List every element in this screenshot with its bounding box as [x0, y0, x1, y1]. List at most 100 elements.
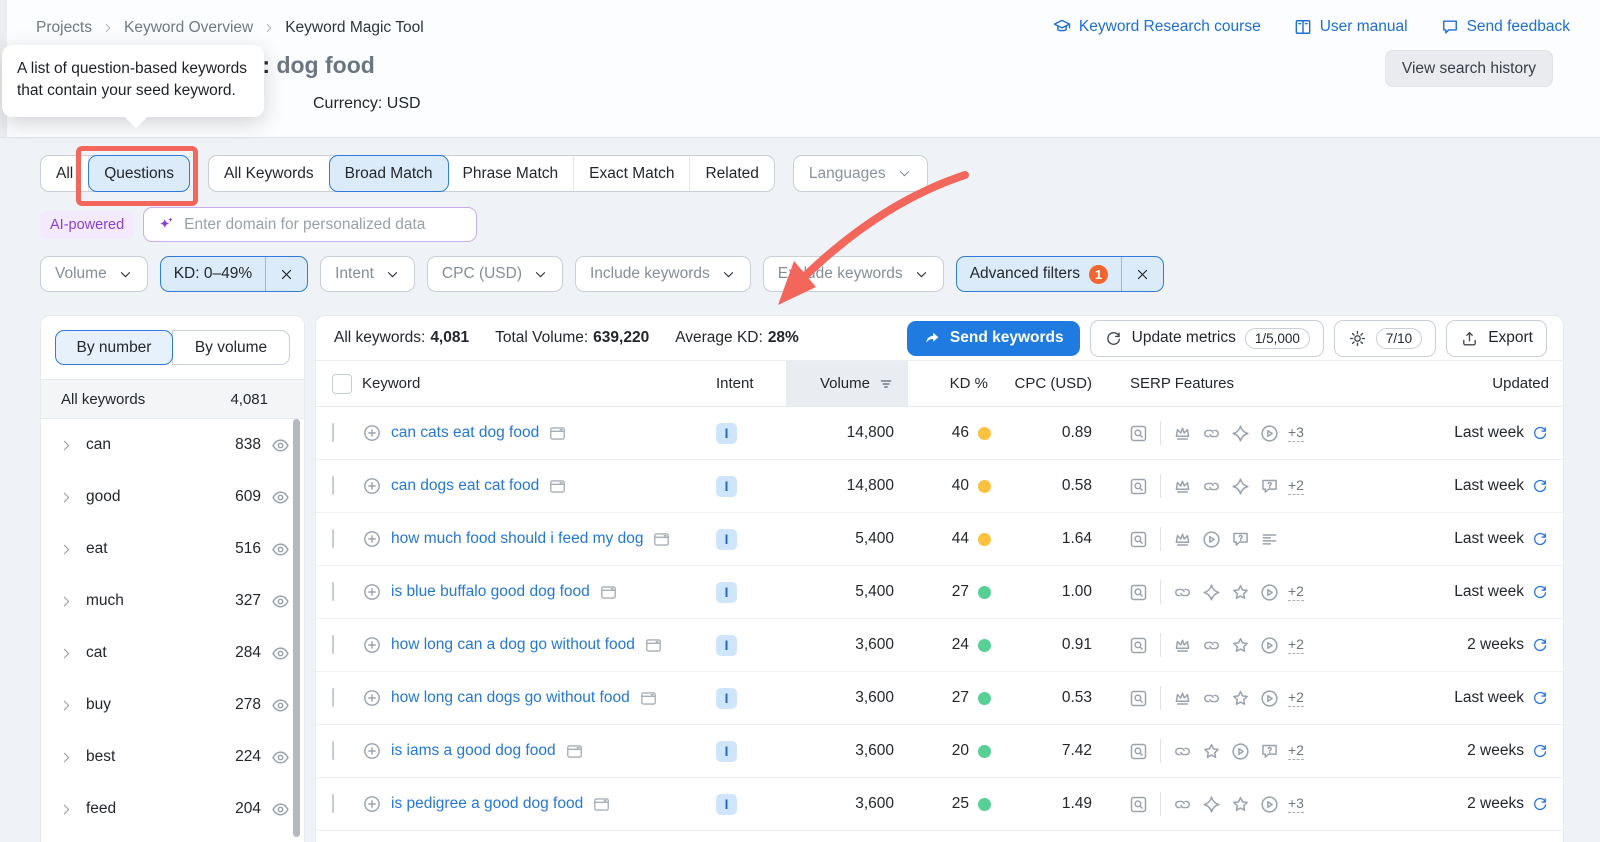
- play-circle-icon[interactable]: [1259, 794, 1280, 815]
- keyword-group-row[interactable]: best 224: [41, 731, 304, 783]
- eye-icon[interactable]: [270, 643, 291, 664]
- intent-badge[interactable]: I: [716, 634, 737, 656]
- star-icon[interactable]: [1230, 582, 1251, 603]
- crown-icon[interactable]: [1172, 688, 1193, 709]
- filter-exclude-keywords[interactable]: Exclude keywords: [762, 256, 944, 292]
- keyword-link[interactable]: can cats eat dog food: [391, 424, 539, 442]
- tab-all[interactable]: All: [41, 156, 90, 191]
- mini-serp-icon[interactable]: [599, 583, 618, 602]
- row-checkbox[interactable]: [332, 794, 334, 813]
- row-checkbox[interactable]: [332, 476, 334, 495]
- keyword-group-row[interactable]: buy 278: [41, 679, 304, 731]
- link-icon[interactable]: [1172, 582, 1193, 603]
- four-point-star-icon[interactable]: [1201, 794, 1222, 815]
- crown-icon[interactable]: [1172, 529, 1193, 550]
- more-serp-features[interactable]: +3: [1288, 795, 1304, 813]
- link-icon[interactable]: [1201, 476, 1222, 497]
- more-serp-features[interactable]: +2: [1288, 742, 1304, 760]
- mini-serp-icon[interactable]: [652, 530, 671, 549]
- column-header-serp-features[interactable]: SERP Features: [1112, 361, 1405, 406]
- circle-plus-icon[interactable]: [362, 476, 382, 496]
- link-icon[interactable]: [1172, 794, 1193, 815]
- circle-plus-icon[interactable]: [362, 529, 382, 549]
- keyword-group-row[interactable]: feed 204: [41, 783, 304, 835]
- mini-serp-icon[interactable]: [565, 742, 584, 761]
- filter-cpc-usd-[interactable]: CPC (USD): [426, 256, 563, 292]
- filter-kd-0-49-[interactable]: KD: 0–49%: [159, 256, 309, 292]
- export-button[interactable]: Export: [1446, 319, 1547, 357]
- select-all-checkbox[interactable]: [332, 373, 352, 394]
- column-header-intent[interactable]: Intent: [716, 361, 786, 406]
- keyword-group-row[interactable]: good 609: [41, 471, 304, 523]
- settings-button[interactable]: 7/10: [1333, 319, 1437, 357]
- play-circle-icon[interactable]: [1259, 635, 1280, 656]
- keyword-link[interactable]: how long can dogs go without food: [391, 689, 630, 707]
- eye-icon[interactable]: [270, 695, 291, 716]
- keyword-link[interactable]: can dogs eat cat food: [391, 477, 539, 495]
- play-circle-icon[interactable]: [1201, 529, 1222, 550]
- keyword-group-row[interactable]: much 327: [41, 575, 304, 627]
- row-checkbox[interactable]: [332, 423, 334, 442]
- column-header-cpc[interactable]: CPC (USD): [1004, 361, 1112, 406]
- keyword-link[interactable]: is pedigree a good dog food: [391, 795, 583, 813]
- serp-preview-icon[interactable]: [1128, 423, 1149, 444]
- serp-preview-icon[interactable]: [1128, 582, 1149, 603]
- header-link-keyword-research-course[interactable]: Keyword Research course: [1052, 17, 1261, 37]
- play-circle-icon[interactable]: [1259, 423, 1280, 444]
- row-checkbox[interactable]: [332, 635, 334, 654]
- circle-plus-icon[interactable]: [362, 635, 382, 655]
- row-checkbox[interactable]: [332, 582, 334, 601]
- column-header-keyword[interactable]: Keyword: [362, 361, 716, 406]
- circle-plus-icon[interactable]: [362, 741, 382, 761]
- circle-plus-icon[interactable]: [362, 688, 382, 708]
- keyword-link[interactable]: is iams a good dog food: [391, 742, 556, 760]
- intent-badge[interactable]: I: [716, 528, 737, 550]
- serp-preview-icon[interactable]: [1128, 794, 1149, 815]
- row-checkbox[interactable]: [332, 741, 334, 760]
- more-serp-features[interactable]: +2: [1288, 583, 1304, 601]
- mini-serp-icon[interactable]: [548, 477, 567, 496]
- view-search-history-button[interactable]: View search history: [1384, 50, 1553, 87]
- breadcrumb-item[interactable]: Projects: [36, 19, 92, 37]
- crown-icon[interactable]: [1172, 423, 1193, 444]
- refresh-icon[interactable]: [1531, 636, 1549, 654]
- star-icon[interactable]: [1201, 741, 1222, 762]
- four-point-star-icon[interactable]: [1201, 582, 1222, 603]
- keyword-group-row[interactable]: eat 516: [41, 523, 304, 575]
- tab-related[interactable]: Related: [690, 156, 773, 191]
- column-header-kd[interactable]: KD %: [908, 361, 1004, 406]
- keyword-link[interactable]: how long can a dog go without food: [391, 636, 635, 654]
- update-metrics-button[interactable]: Update metrics 1/5,000: [1089, 319, 1324, 357]
- keyword-link[interactable]: is blue buffalo good dog food: [391, 583, 590, 601]
- play-circle-icon[interactable]: [1259, 688, 1280, 709]
- send-keywords-button[interactable]: Send keywords: [906, 320, 1080, 356]
- eye-icon[interactable]: [270, 747, 291, 768]
- serp-preview-icon[interactable]: [1128, 476, 1149, 497]
- filter-intent[interactable]: Intent: [320, 256, 415, 292]
- more-serp-features[interactable]: +3: [1288, 424, 1304, 442]
- serp-preview-icon[interactable]: [1128, 529, 1149, 550]
- more-serp-features[interactable]: +2: [1288, 636, 1304, 654]
- star-icon[interactable]: [1230, 635, 1251, 656]
- crown-icon[interactable]: [1172, 476, 1193, 497]
- play-circle-icon[interactable]: [1259, 582, 1280, 603]
- row-checkbox[interactable]: [332, 529, 334, 548]
- sidebar-scrollbar[interactable]: [293, 419, 300, 837]
- link-icon[interactable]: [1201, 635, 1222, 656]
- link-icon[interactable]: [1172, 741, 1193, 762]
- mini-serp-icon[interactable]: [592, 795, 611, 814]
- circle-plus-icon[interactable]: [362, 423, 382, 443]
- serp-preview-icon[interactable]: [1128, 635, 1149, 656]
- intent-badge[interactable]: I: [716, 422, 737, 444]
- intent-badge[interactable]: I: [716, 740, 737, 762]
- more-serp-features[interactable]: +2: [1288, 689, 1304, 707]
- crown-icon[interactable]: [1172, 635, 1193, 656]
- filter-advanced-filters[interactable]: Advanced filters 1: [955, 256, 1164, 292]
- star-icon[interactable]: [1230, 688, 1251, 709]
- serp-preview-icon[interactable]: [1128, 688, 1149, 709]
- column-header-updated[interactable]: Updated: [1405, 361, 1563, 406]
- intent-badge[interactable]: I: [716, 581, 737, 603]
- tab-exact-match[interactable]: Exact Match: [574, 156, 691, 191]
- four-point-star-icon[interactable]: [1230, 423, 1251, 444]
- mini-serp-icon[interactable]: [644, 636, 663, 655]
